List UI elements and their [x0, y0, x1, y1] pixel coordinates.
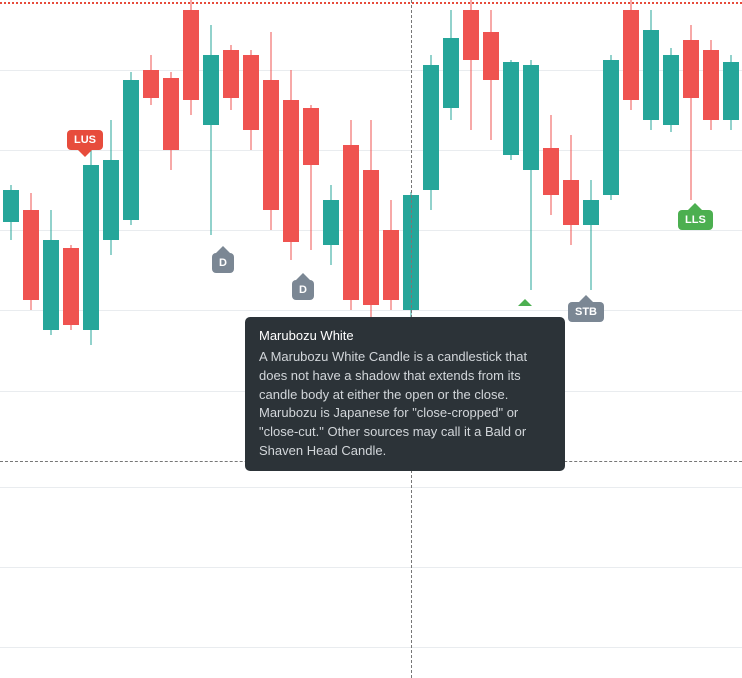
candle-body	[723, 62, 739, 120]
candle-body	[623, 10, 639, 100]
candle-body	[463, 10, 479, 60]
candle-body	[203, 55, 219, 125]
gridline-horizontal	[0, 567, 742, 568]
candle-body	[83, 165, 99, 330]
candle-body	[683, 40, 699, 98]
pattern-label-d2[interactable]: D	[292, 280, 314, 300]
candle-body	[43, 240, 59, 330]
tooltip-body: A Marubozu White Candle is a candlestick…	[259, 348, 551, 461]
candle-body	[63, 248, 79, 325]
candle-body	[343, 145, 359, 300]
candle-body	[643, 30, 659, 120]
candle-body	[703, 50, 719, 120]
pattern-tooltip: Marubozu White A Marubozu White Candle i…	[245, 317, 565, 471]
candle-body	[123, 80, 139, 220]
candle-body	[163, 78, 179, 150]
gridline-horizontal	[0, 647, 742, 648]
pattern-label-lus[interactable]: LUS	[67, 130, 103, 150]
candle-body	[143, 70, 159, 98]
candle-body	[363, 170, 379, 305]
candle-body	[303, 108, 319, 165]
candle-body	[663, 55, 679, 125]
candle-body	[503, 62, 519, 155]
tooltip-title: Marubozu White	[259, 327, 551, 346]
pattern-label-d1[interactable]: D	[212, 253, 234, 273]
candle-body	[543, 148, 559, 195]
candle-body	[263, 80, 279, 210]
candle-body	[323, 200, 339, 245]
pattern-label-lls[interactable]: LLS	[678, 210, 713, 230]
candle-body	[103, 160, 119, 240]
candle-body	[603, 60, 619, 195]
candle-body	[3, 190, 19, 222]
candle-body	[483, 32, 499, 80]
candle-body	[443, 38, 459, 108]
candle-body	[283, 100, 299, 242]
candle-body	[243, 55, 259, 130]
candle-body	[583, 200, 599, 225]
candle-body	[183, 10, 199, 100]
candle-body	[423, 65, 439, 190]
candle-body	[223, 50, 239, 98]
pattern-label-stb[interactable]: STB	[568, 302, 604, 322]
candle-body	[23, 210, 39, 300]
candle-body	[563, 180, 579, 225]
gridline-horizontal	[0, 487, 742, 488]
candle-wick	[591, 180, 592, 290]
candlestick-chart[interactable]: LUSDDMWSTBLLS Marubozu White A Marubozu …	[0, 0, 742, 678]
candle-body	[523, 65, 539, 170]
candle-body	[383, 230, 399, 300]
